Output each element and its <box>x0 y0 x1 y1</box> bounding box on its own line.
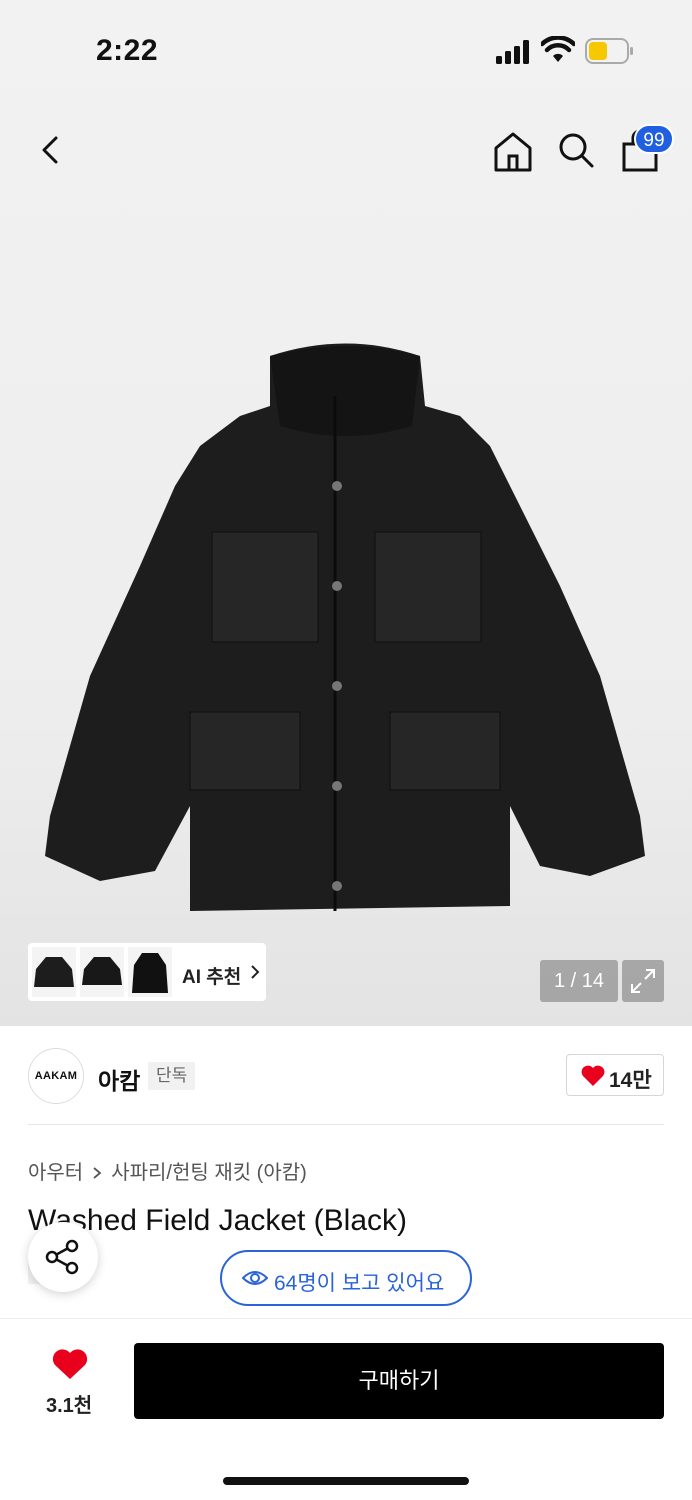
cart-count-badge: 99 <box>634 124 674 154</box>
battery-icon <box>585 38 633 64</box>
wifi-icon <box>541 36 575 62</box>
thumbnail[interactable] <box>128 947 172 997</box>
product-hero: 2:22 99 AI 추천 1 / 14 <box>0 0 692 1026</box>
ai-recommendation-strip[interactable]: AI 추천 <box>28 943 266 1001</box>
viewers-pill: 64명이 보고 있어요 <box>220 1250 472 1306</box>
bottom-action-bar: 3.1천 구매하기 <box>0 1318 692 1500</box>
product-image[interactable] <box>40 336 652 918</box>
brand-name[interactable]: 아캄 <box>98 1062 140 1096</box>
heart-icon <box>581 1065 605 1086</box>
breadcrumb-subcategory[interactable]: 사파리/헌팅 재킷 (아캄) <box>111 1162 307 1184</box>
ai-recommend-label: AI 추천 <box>182 967 242 988</box>
heart-icon[interactable] <box>52 1349 88 1381</box>
share-button[interactable] <box>28 1222 98 1292</box>
thumbnail[interactable] <box>32 947 76 997</box>
eye-icon <box>242 1271 268 1285</box>
search-icon[interactable] <box>552 126 600 174</box>
chevron-right-icon <box>251 965 260 979</box>
breadcrumb: 아우터 사파리/헌팅 재킷 (아캄) <box>28 1156 307 1185</box>
thumbnail[interactable] <box>80 947 124 997</box>
divider <box>28 1124 664 1125</box>
status-time: 2:22 <box>96 34 159 67</box>
wishlist-count: 3.1천 <box>46 1395 93 1417</box>
back-icon[interactable] <box>28 128 72 172</box>
home-icon[interactable] <box>488 126 538 176</box>
top-nav <box>0 120 692 180</box>
buy-button[interactable]: 구매하기 <box>134 1343 664 1419</box>
home-indicator <box>223 1477 469 1485</box>
viewers-text: 64명이 보고 있어요 <box>274 1272 445 1295</box>
chevron-right-icon <box>93 1167 102 1179</box>
breadcrumb-category[interactable]: 아우터 <box>28 1162 83 1184</box>
signal-icon <box>496 40 529 64</box>
brand-like-button[interactable]: 14만 <box>566 1054 664 1096</box>
exclusive-badge: 단독 <box>148 1062 196 1090</box>
brand-logo[interactable]: AAKAM <box>28 1048 84 1104</box>
image-counter: 1 / 14 <box>540 960 618 1002</box>
status-bar: 2:22 <box>0 0 692 100</box>
expand-icon[interactable] <box>622 960 664 1002</box>
share-icon <box>45 1239 79 1275</box>
brand-like-count: 14만 <box>609 1069 652 1092</box>
